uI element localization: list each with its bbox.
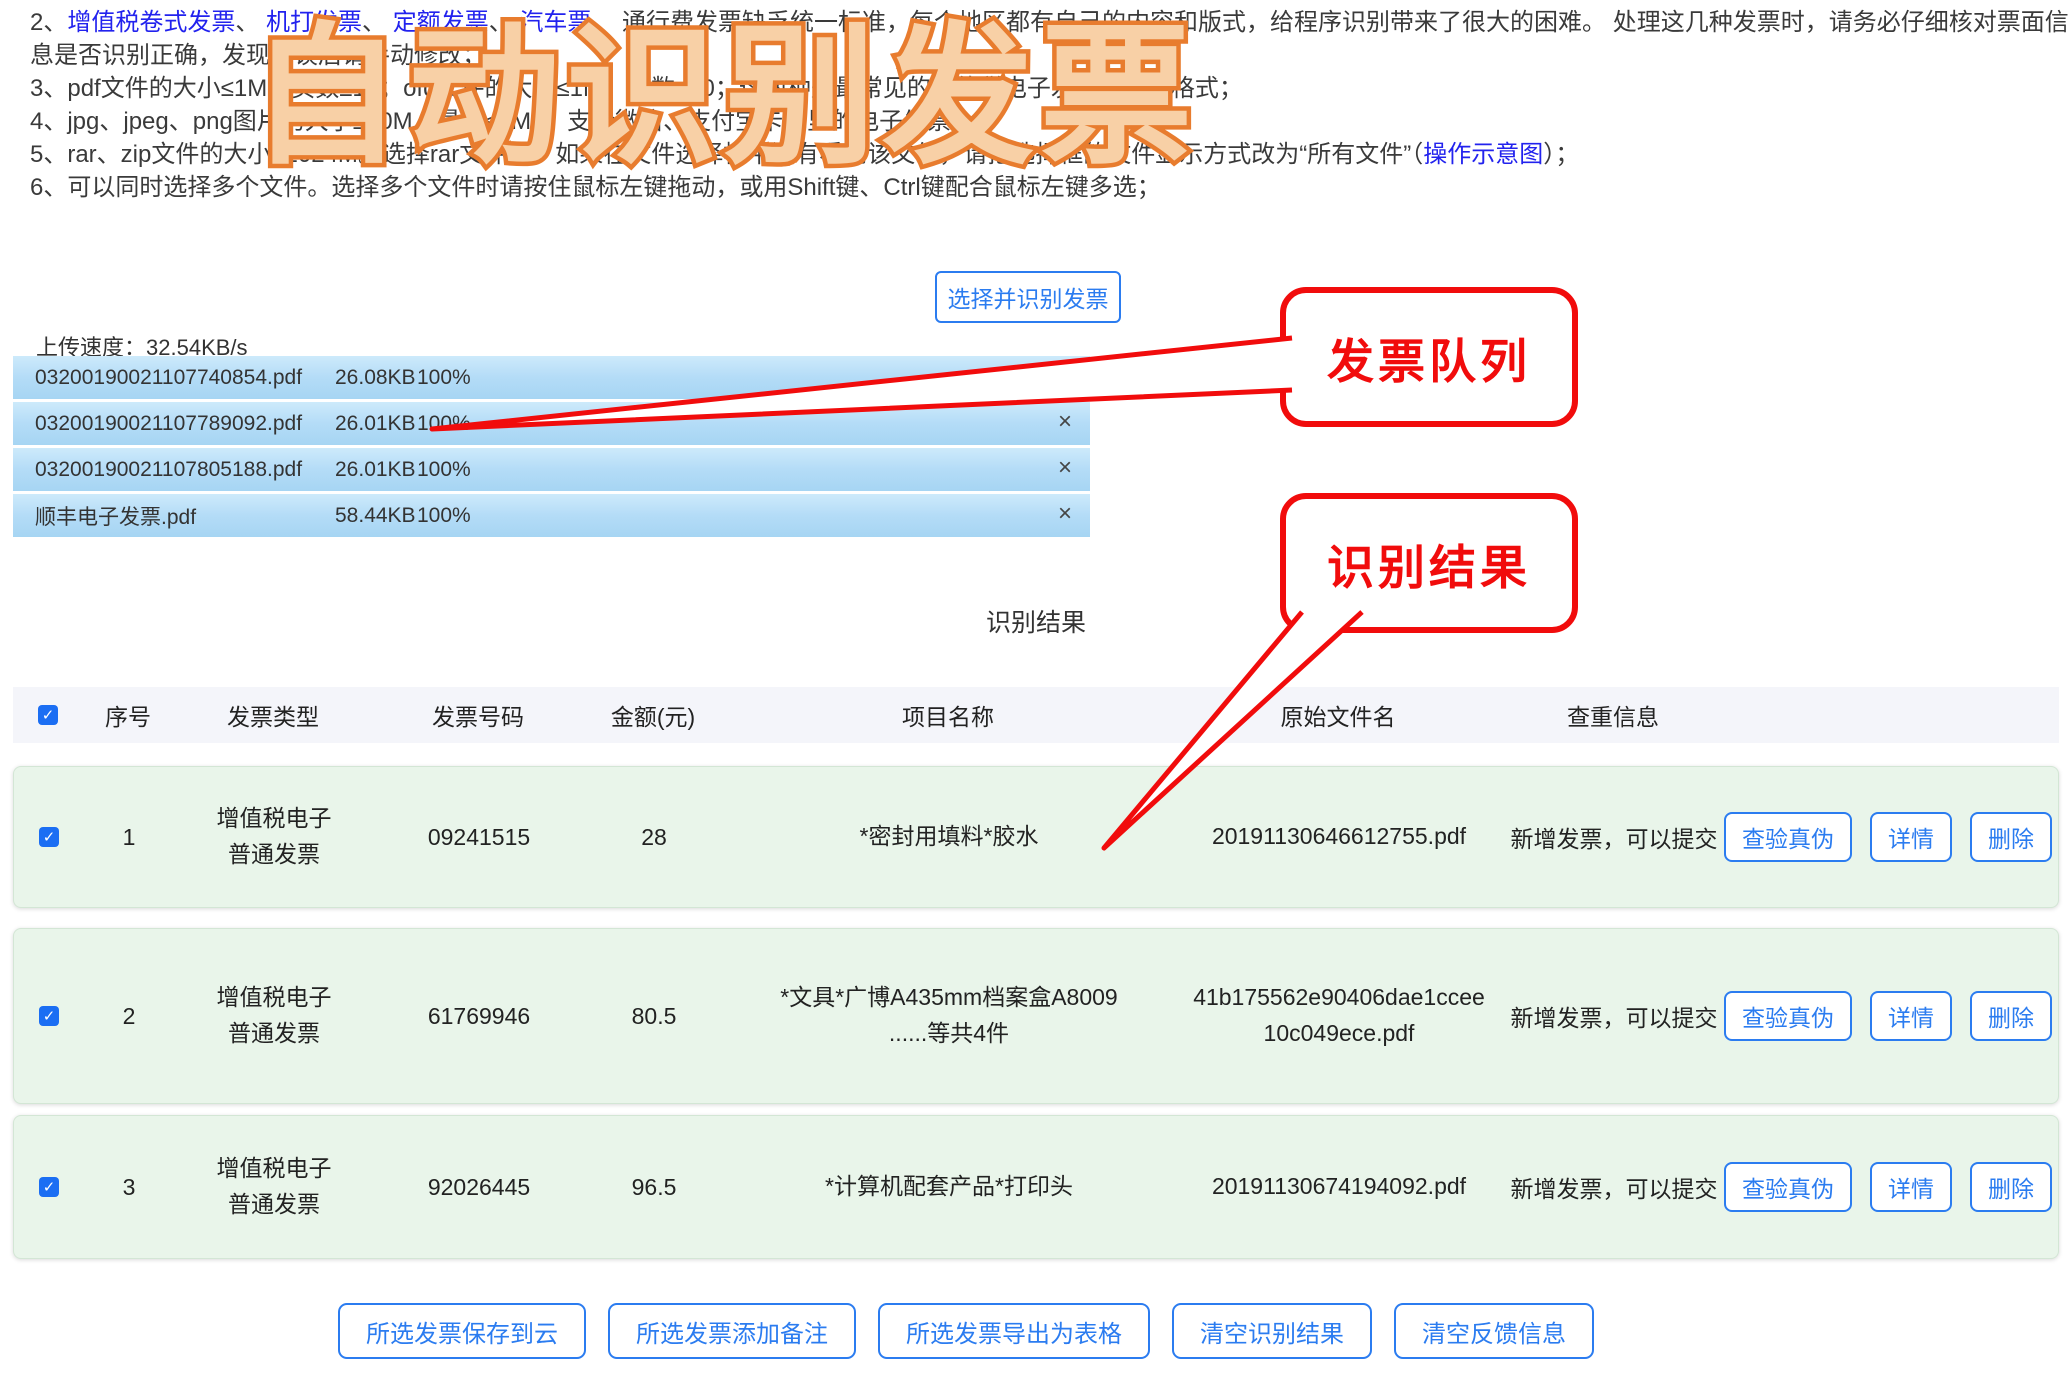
amount-cell: 28: [584, 824, 724, 851]
original-filename: 20191130646612755.pdf: [1196, 819, 1482, 855]
remove-file-icon[interactable]: ×: [1058, 364, 1072, 388]
duplicate-check-cell: 新增发票，可以提交: [1504, 1170, 1724, 1204]
row-actions-cell: 查验真伪详情删除: [1724, 812, 2060, 862]
remove-file-icon[interactable]: ×: [1058, 502, 1072, 526]
invoice-upload-queue: 03200190021107740854.pdf26.08KB100%×0320…: [13, 356, 1090, 540]
header-col-2: 发票类型: [173, 698, 373, 732]
queue-file-size: 58.44KB: [335, 504, 417, 528]
verify-authenticity-button[interactable]: 查验真伪: [1724, 991, 1852, 1041]
instruction-link[interactable]: 增值税卷式发票: [67, 9, 235, 36]
row-index-cell: 3: [84, 1174, 174, 1201]
queue-file-progress: 100%: [417, 412, 471, 436]
export-selected-to-table-button[interactable]: 所选发票导出为表格: [878, 1303, 1150, 1359]
original-filename: 41b175562e90406dae1ccee10c049ece.pdf: [1174, 980, 1504, 1051]
invoice-type: 增值税电子普通发票: [212, 801, 336, 872]
queue-file-size: 26.01KB: [335, 458, 417, 482]
instruction-segment: 2、: [30, 9, 67, 36]
invoice-type-cell: 增值税电子普通发票: [174, 801, 374, 872]
footer-actions: 所选发票保存到云所选发票添加备注所选发票导出为表格清空识别结果清空反馈信息: [0, 1303, 1932, 1359]
callout-bubble-results: 识别结果: [1280, 493, 1578, 633]
details-button[interactable]: 详情: [1870, 812, 1952, 862]
duplicate-check-cell: 新增发票，可以提交: [1504, 820, 1724, 854]
queue-file-size: 26.08KB: [335, 366, 417, 390]
item-name-cell: *计算机配套产品*打印头: [724, 1169, 1174, 1205]
header-col-7: 查重信息: [1503, 698, 1723, 732]
invoice-type: 增值税电子普通发票: [212, 980, 336, 1051]
queue-file-progress: 100%: [417, 504, 471, 528]
invoice-type-cell: 增值税电子普通发票: [174, 1151, 374, 1222]
queue-row: 03200190021107805188.pdf26.01KB100% ×: [13, 448, 1090, 491]
original-filename-cell: 20191130674194092.pdf: [1174, 1169, 1504, 1205]
instruction-segment: ）；: [1543, 141, 1579, 168]
row-checkbox-cell: ✓: [14, 1177, 84, 1197]
queue-file-name: 顺丰电子发票.pdf: [35, 501, 335, 531]
queue-file-name: 03200190021107740854.pdf: [35, 366, 335, 390]
queue-file-name: 03200190021107805188.pdf: [35, 458, 335, 482]
result-row: ✓ 2 增值税电子普通发票 6176994680.5 *文具*广博A435mm档案盒A8…: [13, 928, 2059, 1104]
original-filename-cell: 20191130646612755.pdf: [1174, 819, 1504, 855]
row-checkbox[interactable]: ✓: [39, 1006, 59, 1026]
queue-file-progress: 100%: [417, 458, 471, 482]
header-col-6: 原始文件名: [1173, 698, 1503, 732]
page-title-overlay: 自动识别发票: [250, 2, 1198, 192]
details-button[interactable]: 详情: [1870, 1162, 1952, 1212]
results-table-header: ✓ 序号发票类型发票号码金额(元)项目名称原始文件名查重信息: [13, 687, 2059, 743]
queue-file-size: 26.01KB: [335, 412, 417, 436]
item-name: *密封用填料*胶水: [860, 819, 1039, 855]
row-checkbox[interactable]: ✓: [39, 1177, 59, 1197]
remove-file-icon[interactable]: ×: [1058, 456, 1072, 480]
clear-feedback-info-button[interactable]: 清空反馈信息: [1394, 1303, 1594, 1359]
queue-row: 03200190021107789092.pdf26.01KB100% ×: [13, 402, 1090, 445]
invoice-number-cell: 92026445: [374, 1174, 584, 1201]
invoice-recognition-page: 2、增值税卷式发票、 机打发票、 定额发票、 汽车票、 通行费发票缺乏统一标准，…: [0, 0, 2072, 1382]
save-selected-to-cloud-button[interactable]: 所选发票保存到云: [338, 1303, 586, 1359]
details-button[interactable]: 详情: [1870, 991, 1952, 1041]
result-row: ✓ 1 增值税电子普通发票 0924151528 *密封用填料*胶水 2019113064…: [13, 766, 2059, 908]
delete-button[interactable]: 删除: [1970, 812, 2052, 862]
row-index-cell: 1: [84, 824, 174, 851]
select-and-recognize-button[interactable]: 选择并识别发票: [935, 271, 1121, 323]
original-filename: 20191130674194092.pdf: [1196, 1169, 1482, 1205]
invoice-number-cell: 61769946: [374, 1003, 584, 1030]
result-row: ✓ 3 增值税电子普通发票 9202644596.5 *计算机配套产品*打印头 20191…: [13, 1115, 2059, 1259]
remove-file-icon[interactable]: ×: [1058, 410, 1072, 434]
clear-recognition-results-button[interactable]: 清空识别结果: [1172, 1303, 1372, 1359]
header-col-1: 序号: [83, 698, 173, 732]
amount-cell: 80.5: [584, 1003, 724, 1030]
delete-button[interactable]: 删除: [1970, 991, 2052, 1041]
invoice-type-cell: 增值税电子普通发票: [174, 980, 374, 1051]
select-all-checkbox[interactable]: ✓: [38, 705, 58, 725]
row-actions-cell: 查验真伪详情删除: [1724, 1162, 2060, 1212]
row-checkbox-cell: ✓: [14, 827, 84, 847]
verify-authenticity-button[interactable]: 查验真伪: [1724, 1162, 1852, 1212]
queue-row: 03200190021107740854.pdf26.08KB100% ×: [13, 356, 1090, 399]
header-col-5: 项目名称: [723, 698, 1173, 732]
invoice-number-cell: 09241515: [374, 824, 584, 851]
item-name: *文具*广博A435mm档案盒A8009 ......等共4件: [780, 980, 1117, 1051]
delete-button[interactable]: 删除: [1970, 1162, 2052, 1212]
queue-row: 顺丰电子发票.pdf58.44KB100% ×: [13, 494, 1090, 537]
row-checkbox[interactable]: ✓: [39, 827, 59, 847]
invoice-type: 增值税电子普通发票: [212, 1151, 336, 1222]
results-section-title: 识别结果: [0, 603, 2072, 639]
callout-bubble-queue: 发票队列: [1280, 287, 1578, 427]
row-index-cell: 2: [84, 1003, 174, 1030]
original-filename-cell: 41b175562e90406dae1ccee10c049ece.pdf: [1174, 980, 1504, 1051]
header-col-4: 金额(元): [583, 698, 723, 732]
item-name-cell: *密封用填料*胶水: [724, 819, 1174, 855]
queue-file-progress: 100%: [417, 366, 471, 390]
add-note-to-selected-button[interactable]: 所选发票添加备注: [608, 1303, 856, 1359]
header-select-all-cell: ✓: [13, 705, 83, 725]
row-checkbox-cell: ✓: [14, 1006, 84, 1026]
queue-file-name: 03200190021107789092.pdf: [35, 412, 335, 436]
header-col-3: 发票号码: [373, 698, 583, 732]
duplicate-check-cell: 新增发票，可以提交: [1504, 999, 1724, 1033]
item-name: *计算机配套产品*打印头: [825, 1169, 1073, 1205]
amount-cell: 96.5: [584, 1174, 724, 1201]
row-actions-cell: 查验真伪详情删除: [1724, 991, 2060, 1041]
item-name-cell: *文具*广博A435mm档案盒A8009 ......等共4件: [724, 980, 1174, 1051]
instruction-link[interactable]: 操作示意图: [1423, 141, 1543, 168]
verify-authenticity-button[interactable]: 查验真伪: [1724, 812, 1852, 862]
